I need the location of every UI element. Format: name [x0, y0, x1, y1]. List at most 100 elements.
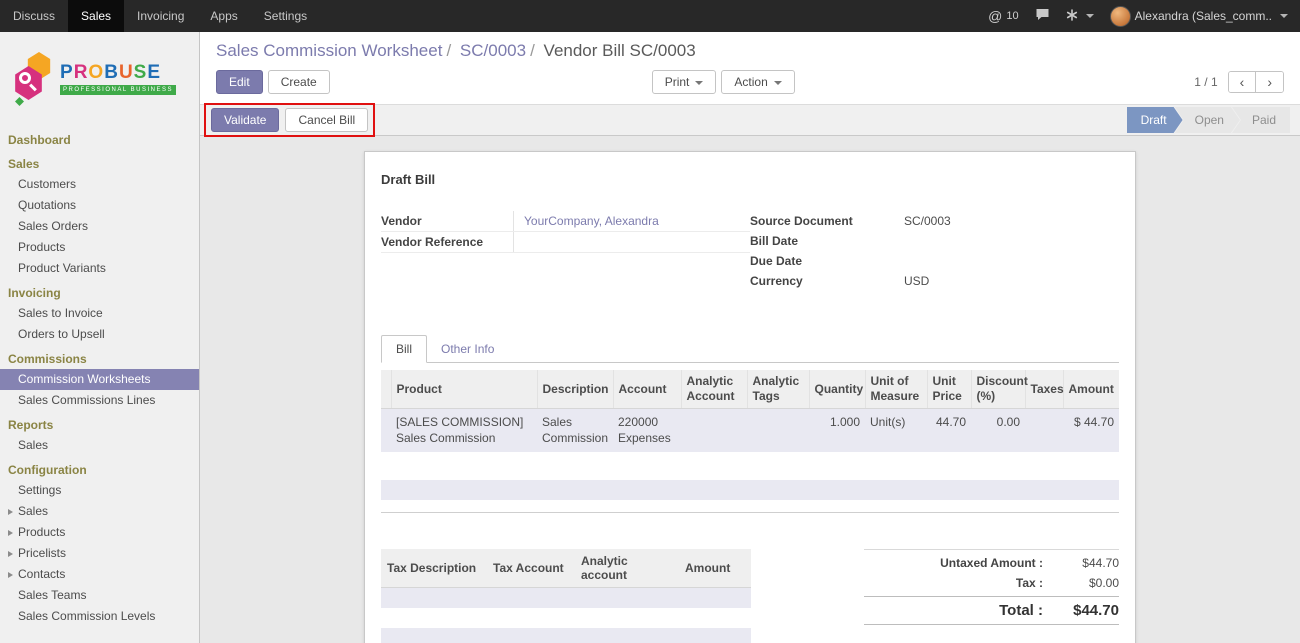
sidebar-item-sales-commission-levels[interactable]: Sales Commission Levels — [0, 606, 199, 627]
sidebar-item-dashboard[interactable]: Dashboard — [0, 129, 199, 150]
menu-invoicing[interactable]: Invoicing — [124, 0, 197, 32]
tab-bill[interactable]: Bill — [381, 335, 427, 363]
menu-discuss[interactable]: Discuss — [0, 0, 68, 32]
cell-product: [SALES COMMISSION] Sales Commission — [391, 409, 537, 453]
cell-discount: 0.00 — [971, 409, 1025, 453]
sidebar-item-config-settings[interactable]: Settings — [0, 480, 199, 501]
breadcrumb-current: Vendor Bill SC/0003 — [544, 41, 696, 60]
sidebar-item-config-contacts[interactable]: Contacts — [0, 564, 199, 585]
caret-down-icon — [1280, 14, 1288, 18]
sidebar-item-config-sales[interactable]: Sales — [0, 501, 199, 522]
mention-count: 10 — [1006, 10, 1018, 22]
menu-apps[interactable]: Apps — [197, 0, 250, 32]
caret-down-icon — [774, 81, 782, 85]
menu-sales[interactable]: Sales — [68, 0, 124, 32]
bill-date-value — [894, 231, 1119, 250]
validate-button[interactable]: Validate — [211, 108, 279, 132]
sidebar-item-config-pricelists[interactable]: Pricelists — [0, 543, 199, 564]
edit-button[interactable]: Edit — [216, 70, 263, 94]
cell-analytic-tags — [747, 409, 809, 453]
user-menu[interactable]: Alexandra (Sales_comm.. — [1110, 6, 1288, 27]
chat-button[interactable] — [1035, 8, 1050, 24]
cell-analytic-account — [681, 409, 747, 453]
edit-create-group: Edit Create — [216, 70, 330, 94]
source-document-value: SC/0003 — [894, 211, 1119, 231]
field-due-date: Due Date — [750, 251, 1119, 271]
col-tax-analytic-account: Analytic account — [575, 549, 679, 588]
breadcrumb-link-worksheet[interactable]: Sales Commission Worksheet — [216, 41, 442, 60]
state-paid[interactable]: Paid — [1232, 107, 1290, 133]
sidebar-item-quotations[interactable]: Quotations — [0, 195, 199, 216]
field-source-document: Source Document SC/0003 — [750, 211, 1119, 231]
pager-prev-button[interactable]: ‹ — [1229, 72, 1256, 92]
action-label: Action — [734, 75, 767, 89]
cell-unit-price: 44.70 — [927, 409, 971, 453]
sidebar-item-sales-teams[interactable]: Sales Teams — [0, 585, 199, 606]
sidebar-item-products[interactable]: Products — [0, 237, 199, 258]
annotation-red-box: Validate Cancel Bill — [204, 103, 375, 137]
sidebar-item-label: Products — [18, 525, 65, 539]
main-menus: Discuss Sales Invoicing Apps Settings — [0, 0, 320, 32]
systray: @ 10 Alexandra (Sales_comm.. — [988, 0, 1300, 32]
mentions-button[interactable]: @ 10 — [988, 8, 1018, 24]
col-account: Account — [613, 370, 681, 409]
star-icon — [1066, 9, 1078, 24]
sidebar-section-invoicing[interactable]: Invoicing — [0, 282, 199, 303]
pager-next-button[interactable]: › — [1255, 72, 1283, 92]
cell-account: 220000 Expenses — [613, 409, 681, 453]
sidebar-item-orders-to-upsell[interactable]: Orders to Upsell — [0, 324, 199, 345]
state-draft[interactable]: Draft — [1127, 107, 1183, 133]
sidebar-item-sales-orders[interactable]: Sales Orders — [0, 216, 199, 237]
sidebar-section-commissions[interactable]: Commissions — [0, 348, 199, 369]
brand-tagline: PROFESSIONAL BUSINESS — [60, 85, 176, 95]
sidebar-item-reports-sales[interactable]: Sales — [0, 435, 199, 456]
state-open[interactable]: Open — [1175, 107, 1240, 133]
sidebar-item-sales-commissions-lines[interactable]: Sales Commissions Lines — [0, 390, 199, 411]
col-handle — [381, 370, 391, 409]
field-currency: Currency USD — [750, 271, 1119, 291]
create-button[interactable]: Create — [268, 70, 330, 94]
col-analytic-tags: Analytic Tags — [747, 370, 809, 409]
cell-quantity: 1.000 — [809, 409, 865, 453]
breadcrumb-link-record[interactable]: SC/0003 — [460, 41, 526, 60]
menu-settings[interactable]: Settings — [251, 0, 320, 32]
sidebar-item-sales-to-invoice[interactable]: Sales to Invoice — [0, 303, 199, 324]
col-analytic-account: Analytic Account — [681, 370, 747, 409]
activity-menu-button[interactable] — [1066, 9, 1094, 24]
form-sheet: Draft Bill Vendor YourCompany, Alexandra… — [364, 151, 1136, 643]
top-navbar: Discuss Sales Invoicing Apps Settings @ … — [0, 0, 1300, 32]
chat-bubble-icon — [1035, 8, 1050, 24]
sidebar-section-sales[interactable]: Sales — [0, 153, 199, 174]
table-row[interactable]: [SALES COMMISSION] Sales Commission Sale… — [381, 409, 1119, 453]
vendor-value[interactable]: YourCompany, Alexandra — [514, 211, 750, 231]
col-tax-account: Tax Account — [487, 549, 575, 588]
cancel-bill-button[interactable]: Cancel Bill — [285, 108, 368, 132]
main-content: Sales Commission Worksheet/ SC/0003/ Ven… — [200, 32, 1300, 643]
action-dropdown-button[interactable]: Action — [721, 70, 794, 94]
cell-taxes — [1025, 409, 1063, 453]
tax-lines: Tax Description Tax Account Analytic acc… — [381, 549, 751, 643]
sidebar-item-product-variants[interactable]: Product Variants — [0, 258, 199, 279]
sidebar-section-reports[interactable]: Reports — [0, 414, 199, 435]
sidebar-item-label: Sales — [18, 504, 48, 518]
col-unit-price: Unit Price — [927, 370, 971, 409]
total-label: Total : — [999, 602, 1043, 619]
caret-down-icon — [695, 81, 703, 85]
bill-date-label: Bill Date — [750, 231, 894, 251]
print-dropdown-button[interactable]: Print — [652, 70, 717, 94]
sidebar-item-commission-worksheets[interactable]: Commission Worksheets — [0, 369, 199, 390]
sidebar-item-config-products[interactable]: Products — [0, 522, 199, 543]
control-panel: Sales Commission Worksheet/ SC/0003/ Ven… — [200, 32, 1300, 104]
tab-other-info[interactable]: Other Info — [427, 336, 508, 362]
caret-down-icon — [1086, 14, 1094, 18]
form-area: Draft Bill Vendor YourCompany, Alexandra… — [200, 136, 1300, 643]
empty-tax-stripe — [381, 608, 751, 628]
col-product: Product — [391, 370, 537, 409]
due-date-label: Due Date — [750, 251, 894, 271]
tax-row: Tax : $0.00 — [864, 573, 1119, 593]
vendor-label: Vendor — [381, 211, 514, 231]
cell-amount: $ 44.70 — [1063, 409, 1119, 453]
untaxed-amount-label: Untaxed Amount : — [940, 556, 1043, 570]
sidebar-item-customers[interactable]: Customers — [0, 174, 199, 195]
sidebar-section-configuration[interactable]: Configuration — [0, 459, 199, 480]
